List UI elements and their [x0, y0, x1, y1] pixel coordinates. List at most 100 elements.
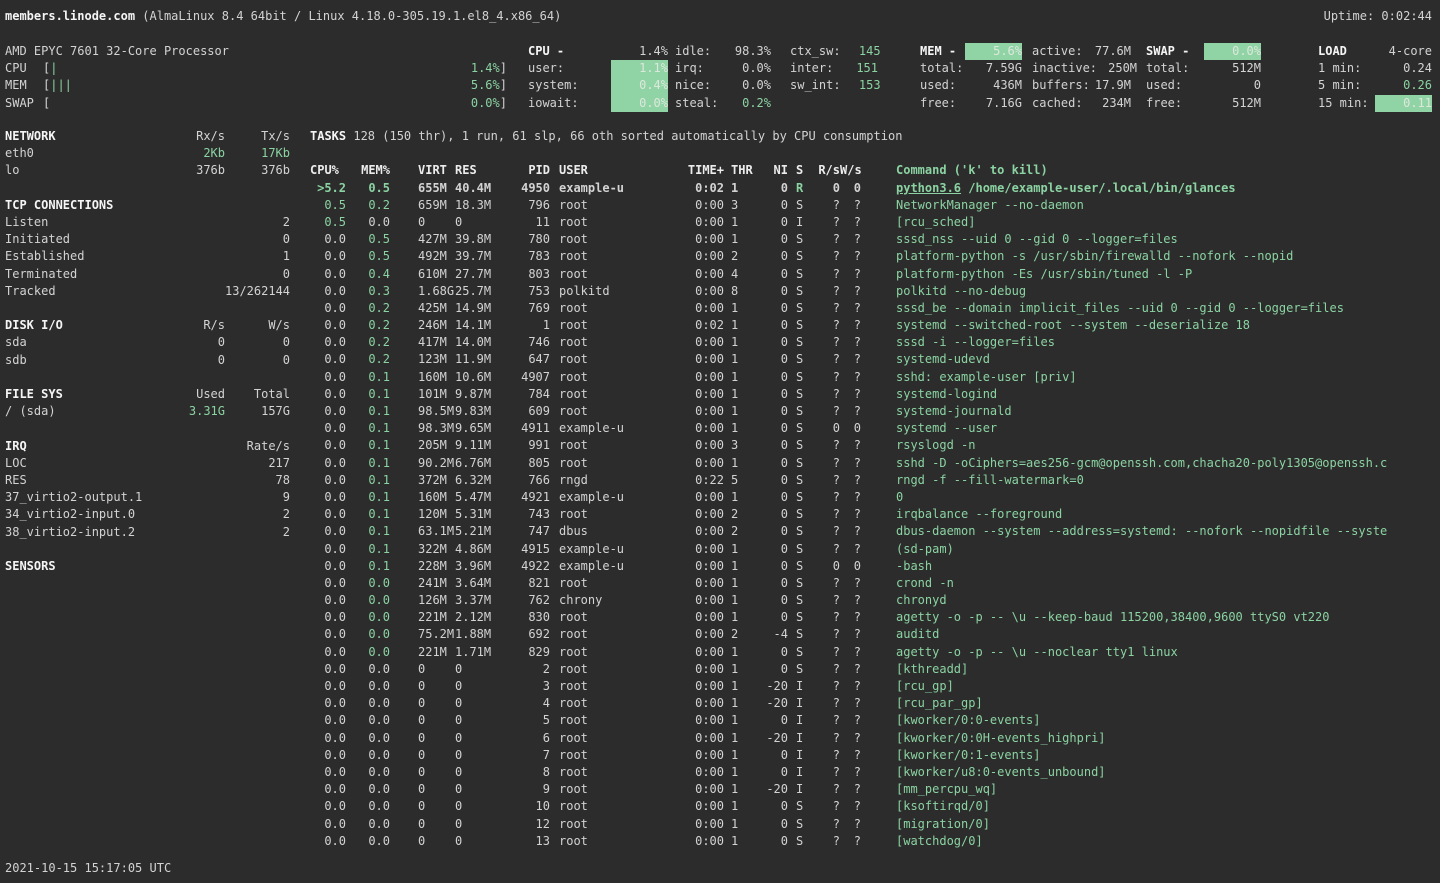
process-row[interactable]: 0.0 0.1 98.5M 9.83M 609 root 0:00 1 0 S … [310, 403, 1440, 420]
proc-cpu: 0.0 [310, 798, 346, 815]
proc-rs: ? [804, 351, 840, 368]
process-row[interactable]: 0.5 0.0 0 0 11 root 0:00 1 0 I ? ? [rcu_… [310, 214, 1440, 231]
proc-ni: 0 [746, 833, 788, 850]
sidebar-value-1 [167, 248, 225, 265]
process-row[interactable]: 0.0 0.0 221M 2.12M 830 root 0:00 1 0 S ?… [310, 609, 1440, 626]
stat-value: 234M [1091, 95, 1131, 112]
process-row[interactable]: 0.0 0.1 98.3M 9.65M 4911 example-u 0:00 … [310, 420, 1440, 437]
process-row[interactable]: 0.0 0.1 160M 5.47M 4921 example-u 0:00 1… [310, 489, 1440, 506]
column-header-user[interactable]: USER [559, 162, 639, 179]
proc-user: root [559, 506, 639, 523]
column-header-ni[interactable]: NI [746, 162, 788, 179]
proc-pid: 11 [491, 214, 550, 231]
proc-s: I [796, 764, 804, 781]
process-row[interactable]: 0.0 0.0 0 0 7 root 0:00 1 0 I ? ? [kwork… [310, 747, 1440, 764]
proc-virt: 63.1M [418, 523, 455, 540]
os-version: (AlmaLinux 8.4 64bit / Linux 4.18.0-305.… [142, 8, 561, 25]
column-header-thr[interactable]: THR [731, 162, 746, 179]
process-row[interactable]: 0.0 0.0 75.2M 1.88M 692 root 0:00 2 -4 S… [310, 626, 1440, 643]
process-row[interactable]: 0.0 0.0 0 0 13 root 0:00 1 0 S ? ? [watc… [310, 833, 1440, 850]
proc-ni: 0 [746, 541, 788, 558]
terminal-screen[interactable]: members.linode.com (AlmaLinux 8.4 64bit … [0, 0, 1440, 883]
process-row[interactable]: 0.0 0.0 0 0 12 root 0:00 1 0 S ? ? [migr… [310, 816, 1440, 833]
proc-s: R [796, 180, 804, 197]
process-row[interactable]: 0.0 0.0 0 0 9 root 0:00 1 -20 I ? ? [mm_… [310, 781, 1440, 798]
sidebar-col2-header: Rate/s [225, 438, 290, 455]
process-panel: TASKS 128 (150 thr), 1 run, 61 slp, 66 o… [310, 128, 1440, 850]
column-header-cpu[interactable]: CPU% [310, 162, 346, 179]
proc-ni: 0 [746, 334, 788, 351]
proc-cpu: 0.0 [310, 626, 346, 643]
stat-value: 4-core [1375, 43, 1432, 60]
proc-ni: 0 [746, 523, 788, 540]
proc-pid: 747 [491, 523, 550, 540]
proc-s: S [796, 420, 804, 437]
process-row[interactable]: 0.0 0.0 221M 1.71M 829 root 0:00 1 0 S ?… [310, 644, 1440, 661]
process-row[interactable]: 0.0 0.5 427M 39.8M 780 root 0:00 1 0 S ?… [310, 231, 1440, 248]
proc-cpu: 0.0 [310, 420, 346, 437]
process-row[interactable]: 0.0 0.1 120M 5.31M 743 root 0:00 2 0 S ?… [310, 506, 1440, 523]
stat-value: 0.11 [1375, 95, 1432, 112]
process-row[interactable]: 0.0 0.3 1.68G 25.7M 753 polkitd 0:00 8 0… [310, 283, 1440, 300]
proc-s: I [796, 747, 804, 764]
stat-value: 0.0% [611, 95, 668, 112]
column-header-virt[interactable]: VIRT [418, 162, 455, 179]
column-header-state[interactable]: S [796, 162, 804, 179]
proc-thr: 1 [731, 592, 746, 609]
process-row[interactable]: 0.0 0.1 228M 3.96M 4922 example-u 0:00 1… [310, 558, 1440, 575]
process-row[interactable]: 0.0 0.1 322M 4.86M 4915 example-u 0:00 1… [310, 541, 1440, 558]
process-row[interactable]: 0.0 0.1 372M 6.32M 766 rngd 0:22 5 0 S ?… [310, 472, 1440, 489]
tasks-summary-text: 128 (150 thr), 1 run, 61 slp, 66 oth sor… [346, 129, 902, 143]
column-header-rs[interactable]: R/s [804, 162, 840, 179]
proc-user: root [559, 403, 639, 420]
process-row[interactable]: 0.0 0.2 417M 14.0M 746 root 0:00 1 0 S ?… [310, 334, 1440, 351]
proc-thr: 1 [731, 180, 746, 197]
stat-row: free: 512M [1146, 95, 1261, 112]
process-row[interactable]: 0.0 0.0 126M 3.37M 762 chrony 0:00 1 0 S… [310, 592, 1440, 609]
process-row[interactable]: 0.0 0.2 246M 14.1M 1 root 0:02 1 0 S ? ?… [310, 317, 1440, 334]
proc-thr: 1 [731, 661, 746, 678]
process-row[interactable]: 0.0 0.0 241M 3.64M 821 root 0:00 1 0 S ?… [310, 575, 1440, 592]
column-header-pid[interactable]: PID [491, 162, 550, 179]
sidebar-value-2: 2 [225, 506, 290, 523]
proc-mem: 0.0 [346, 678, 390, 695]
process-row[interactable]: 0.0 0.0 0 0 2 root 0:00 1 0 S ? ? [kthre… [310, 661, 1440, 678]
proc-mem: 0.2 [346, 300, 390, 317]
stat-row: SWAP - 0.0% [1146, 43, 1261, 60]
process-row[interactable]: 0.0 0.0 0 0 5 root 0:00 1 0 I ? ? [kwork… [310, 712, 1440, 729]
stat-label: used: [1146, 77, 1204, 94]
proc-pid: 647 [491, 351, 550, 368]
process-row[interactable]: 0.0 0.0 0 0 10 root 0:00 1 0 S ? ? [ksof… [310, 798, 1440, 815]
proc-time: 0:00 [639, 283, 724, 300]
proc-mem: 0.5 [346, 180, 390, 197]
process-table-header: CPU% MEM% VIRT RES PID USER TIME+ THR NI… [310, 162, 1440, 179]
process-row[interactable]: 0.0 0.4 610M 27.7M 803 root 0:00 4 0 S ?… [310, 266, 1440, 283]
proc-time: 0:00 [639, 695, 724, 712]
column-header-time[interactable]: TIME+ [639, 162, 724, 179]
process-row[interactable]: 0.0 0.2 123M 11.9M 647 root 0:00 1 0 S ?… [310, 351, 1440, 368]
process-row[interactable]: 0.0 0.1 63.1M 5.21M 747 dbus 0:00 2 0 S … [310, 523, 1440, 540]
process-row[interactable]: >5.2 0.5 655M 40.4M 4950 example-u 0:02 … [310, 180, 1440, 197]
proc-user: root [559, 369, 639, 386]
proc-s: S [796, 334, 804, 351]
process-row[interactable]: 0.0 0.1 90.2M 6.76M 805 root 0:00 1 0 S … [310, 455, 1440, 472]
column-header-command[interactable]: Command ('k' to kill) [896, 162, 1440, 179]
process-row[interactable]: 0.0 0.0 0 0 8 root 0:00 1 0 I ? ? [kwork… [310, 764, 1440, 781]
process-row[interactable]: 0.0 0.0 0 0 6 root 0:00 1 -20 I ? ? [kwo… [310, 730, 1440, 747]
process-row[interactable]: 0.0 0.5 492M 39.7M 783 root 0:00 2 0 S ?… [310, 248, 1440, 265]
process-row[interactable]: 0.0 0.0 0 0 4 root 0:00 1 -20 I ? ? [rcu… [310, 695, 1440, 712]
column-header-ws[interactable]: W/s [840, 162, 861, 179]
process-row[interactable]: 0.5 0.2 659M 18.3M 796 root 0:00 3 0 S ?… [310, 197, 1440, 214]
proc-res: 10.6M [455, 369, 491, 386]
stat-label: 1 min: [1318, 60, 1375, 77]
proc-mem: 0.1 [346, 472, 390, 489]
process-row[interactable]: 0.0 0.1 101M 9.87M 784 root 0:00 1 0 S ?… [310, 386, 1440, 403]
column-header-mem[interactable]: MEM% [346, 162, 390, 179]
proc-thr: 2 [731, 248, 746, 265]
process-row[interactable]: 0.0 0.1 160M 10.6M 4907 root 0:00 1 0 S … [310, 369, 1440, 386]
process-row[interactable]: 0.0 0.1 205M 9.11M 991 root 0:00 3 0 S ?… [310, 437, 1440, 454]
column-header-res[interactable]: RES [455, 162, 491, 179]
stat-row: nice: 0.0% [675, 77, 771, 94]
process-row[interactable]: 0.0 0.0 0 0 3 root 0:00 1 -20 I ? ? [rcu… [310, 678, 1440, 695]
process-row[interactable]: 0.0 0.2 425M 14.9M 769 root 0:00 1 0 S ?… [310, 300, 1440, 317]
